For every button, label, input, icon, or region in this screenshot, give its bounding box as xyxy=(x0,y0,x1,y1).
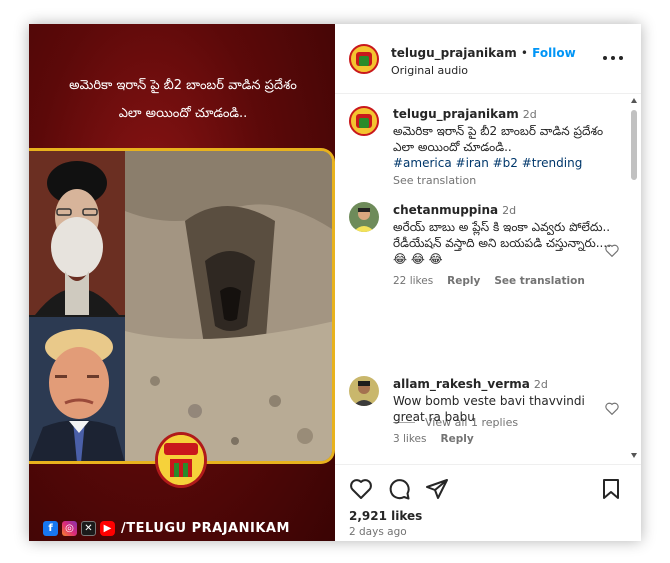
more-options-icon[interactable] xyxy=(603,50,623,66)
post-media[interactable]: అమెరికా ఇరాన్ పై బీ2 బాంబర్ వాడిన ప్రదేశ… xyxy=(29,24,335,541)
post-date: 2 days ago xyxy=(349,526,407,538)
instagram-post-window: అమెరికా ఇరాన్ పై బీ2 బాంబర్ వాడిన ప్రదేశ… xyxy=(29,24,641,541)
author-avatar[interactable] xyxy=(349,44,379,74)
caption-text: అమెరికా ఇరాన్ పై బీ2 బాంబర్ వాడిన ప్రదేశ… xyxy=(393,124,604,154)
caption-avatar[interactable] xyxy=(349,106,379,136)
post-header: telugu_prajanikam • Follow Original audi… xyxy=(335,24,641,94)
header-separator: • xyxy=(520,46,528,60)
caption-hashtags[interactable]: #america #iran #b2 #trending xyxy=(393,155,613,171)
comment-likes[interactable]: 22 likes xyxy=(393,273,433,289)
scroll-down-arrow-icon[interactable] xyxy=(631,453,637,458)
media-photo-card xyxy=(29,148,335,464)
instagram-icon: ◎ xyxy=(62,520,77,536)
portrait-photo-bottom xyxy=(29,317,125,461)
comment-body: chetanmuppina 2d అరేయ్ బాబు అ ప్లేస్ కి ఇ… xyxy=(393,202,613,289)
comment-meta: 3 likes Reply xyxy=(393,431,613,447)
comment-reply-button[interactable]: Reply xyxy=(441,431,474,447)
portrait-photo-top xyxy=(29,151,125,315)
share-paper-plane-icon[interactable] xyxy=(425,477,449,501)
media-footer: f ◎ ✕ ▶ /TELUGU PRAJANIKAM xyxy=(43,518,333,538)
comment-username[interactable]: allam_rakesh_verma xyxy=(393,377,530,391)
comment-text: అరేయ్ బాబు అ ప్లేస్ కి ఇంకా ఎవ్వరు పోలేద… xyxy=(393,220,611,266)
comment-username[interactable]: chetanmuppina xyxy=(393,203,498,217)
caption-time: 2d xyxy=(522,108,537,121)
comments-scrollbar[interactable] xyxy=(631,98,637,458)
comment-time: 2d xyxy=(502,204,517,217)
author-line: telugu_prajanikam • Follow xyxy=(391,46,576,60)
author-username[interactable]: telugu_prajanikam xyxy=(391,46,517,60)
post-actions: 2,921 likes 2 days ago xyxy=(335,464,641,541)
bomb-site-photo xyxy=(125,151,332,461)
comment-time: 2d xyxy=(533,378,548,391)
save-bookmark-icon[interactable] xyxy=(599,477,623,501)
comment-bubble-icon[interactable] xyxy=(387,477,411,501)
comment-reply-button[interactable]: Reply xyxy=(447,273,480,289)
like-heart-icon[interactable] xyxy=(349,477,373,501)
channel-logo-badge xyxy=(155,432,207,488)
x-icon: ✕ xyxy=(81,520,96,536)
like-comment-heart-icon[interactable] xyxy=(605,244,619,257)
caption-see-translation[interactable]: See translation xyxy=(393,173,613,189)
comments-list: telugu_prajanikam 2d అమెరికా ఇరాన్ పై బీ2… xyxy=(335,94,641,464)
media-caption-line-2: ఎలా అయిందో చూడండి.. xyxy=(118,106,248,121)
media-footer-handle: /TELUGU PRAJANIKAM xyxy=(121,520,290,536)
comment-body: allam_rakesh_verma 2d Wow bomb veste bavi… xyxy=(393,376,613,447)
comment-text: Wow bomb veste bavi thavvindi great ra b… xyxy=(393,394,585,424)
media-caption-line-1: అమెరికా ఇరాన్ పై బీ2 బాంబర్ వాడిన ప్రదేశ… xyxy=(69,78,297,93)
post-details-panel: telugu_prajanikam • Follow Original audi… xyxy=(335,24,641,541)
post-likes-count[interactable]: 2,921 likes xyxy=(349,509,422,523)
media-caption-overlay: అమెరికా ఇరాన్ పై బీ2 బాంబర్ వాడిన ప్రదేశ… xyxy=(43,72,323,128)
action-icons xyxy=(349,477,449,501)
comment-see-translation[interactable]: See translation xyxy=(494,273,584,289)
facebook-icon: f xyxy=(43,520,58,536)
follow-button[interactable]: Follow xyxy=(532,46,576,60)
original-audio-link[interactable]: Original audio xyxy=(391,64,468,77)
caption-username[interactable]: telugu_prajanikam xyxy=(393,107,519,121)
commenter-avatar[interactable] xyxy=(349,202,379,232)
comment-likes[interactable]: 3 likes xyxy=(393,431,427,447)
comment-meta: 22 likes Reply See translation xyxy=(393,273,613,289)
scroll-up-arrow-icon[interactable] xyxy=(631,98,637,103)
commenter-avatar[interactable] xyxy=(349,376,379,406)
caption-body: telugu_prajanikam 2d అమెరికా ఇరాన్ పై బీ2… xyxy=(393,106,613,189)
like-comment-heart-icon[interactable] xyxy=(605,402,619,415)
scrollbar-thumb[interactable] xyxy=(631,110,637,180)
youtube-icon: ▶ xyxy=(100,520,115,536)
